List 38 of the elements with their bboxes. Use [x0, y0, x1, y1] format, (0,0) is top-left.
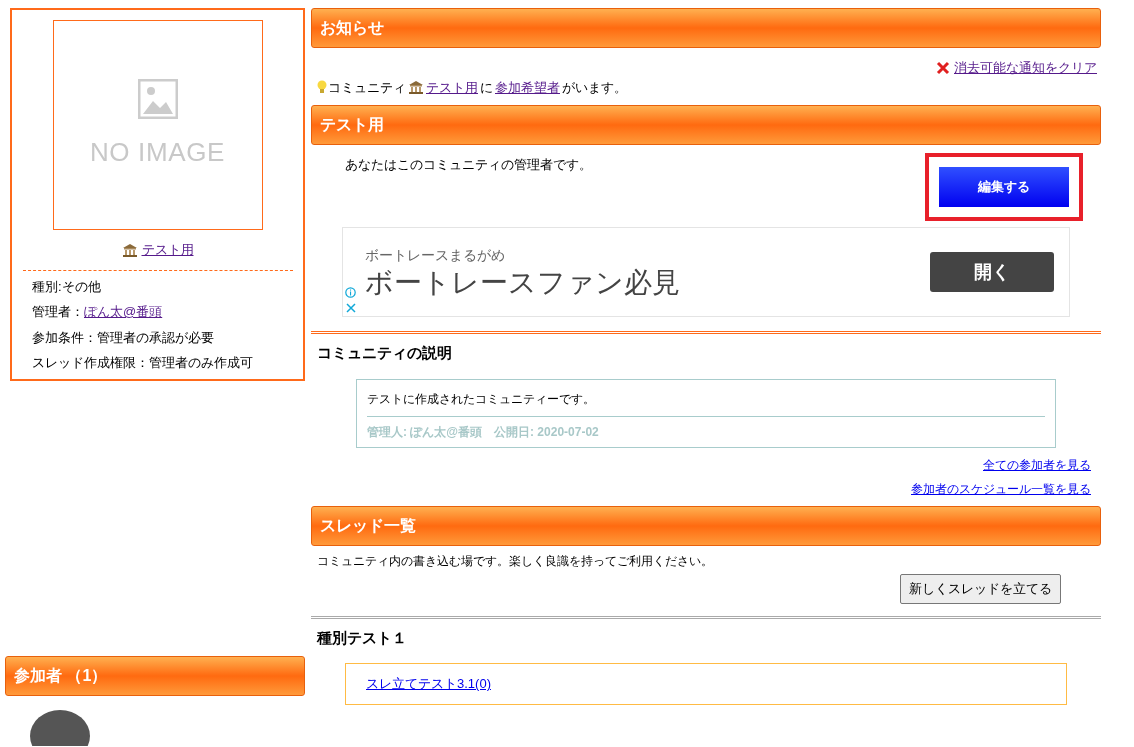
notice-message: コミュニティ テスト用 に 参加希望者がいます。 [328, 77, 627, 97]
admin-note: あなたはこのコミュニティの管理者です。 [345, 156, 592, 174]
community-link[interactable]: テスト用 [141, 240, 194, 260]
detail-value: その他 [61, 277, 101, 296]
community-header: テスト用 [311, 105, 1101, 145]
detail-value: 管理者の承認が必要 [97, 328, 214, 347]
clear-notices-link[interactable]: 消去可能な通知をクリア [954, 58, 1097, 78]
image-icon [137, 78, 178, 119]
threads-header: スレッド一覧 [311, 505, 1101, 546]
detail-label: スレッド作成権限： [32, 354, 149, 372]
ad-open-button[interactable]: 開く [930, 252, 1054, 292]
detail-label: 管理者： [32, 303, 84, 321]
section-title: コミュニティの説明 [317, 343, 453, 363]
applicants-link[interactable]: 参加希望者 [495, 77, 560, 97]
ad-headline: ボートレースファン必見 [365, 265, 680, 300]
detail-value: 管理者のみ作成可 [149, 354, 253, 372]
close-icon[interactable] [346, 303, 356, 313]
close-icon [936, 60, 950, 75]
category-title: 種別テスト１ [317, 627, 408, 648]
admin-link[interactable]: ぽん太@番頭 [84, 302, 163, 322]
lightbulb-icon [317, 79, 327, 96]
notices-header: お知らせ [311, 8, 1101, 48]
edit-button[interactable]: 編集する [939, 167, 1069, 207]
detail-label: 参加条件： [32, 328, 97, 347]
new-thread-button[interactable]: 新しくスレッドを立てる [900, 573, 1061, 604]
members-header: 参加者 （1） [5, 655, 305, 696]
participants-link[interactable]: 参加者のスケジュール一覧を見る [911, 479, 1091, 498]
building-icon [121, 242, 138, 257]
community-link[interactable]: テスト用 [426, 77, 478, 97]
description-text: テストに作成されたコミュニティーです。 [367, 390, 596, 408]
building-icon [408, 80, 424, 95]
description-meta: 管理人: ぽん太@番頭 公開日: 2020-07-02 [367, 423, 600, 441]
thread-link[interactable]: スレ立てテスト3.1(0) [366, 674, 491, 694]
participants-link[interactable]: 全ての参加者を見る [983, 455, 1091, 474]
detail-label: 種別: [32, 277, 62, 296]
info-icon[interactable] [345, 287, 356, 298]
ad-sponsor: ボートレースまるがめ [365, 245, 506, 265]
threads-intro: コミュニティ内の書き込む場です。楽しく良識を持ってご利用ください。 [317, 552, 714, 570]
